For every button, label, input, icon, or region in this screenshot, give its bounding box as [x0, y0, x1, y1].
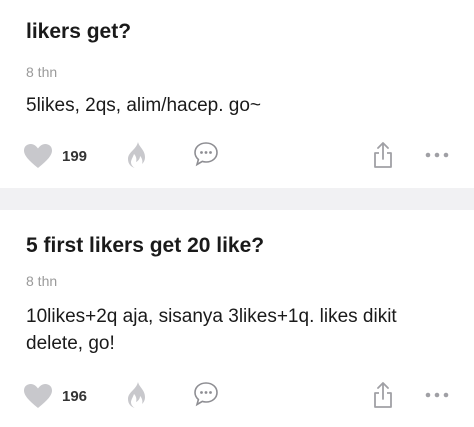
like-count: 199 [62, 148, 88, 165]
more-dots-icon[interactable] [424, 151, 450, 159]
post-timestamp: 8 thn [26, 64, 58, 80]
fire-icon[interactable] [127, 141, 149, 169]
post-actions: 199 [0, 136, 474, 176]
share-icon[interactable] [372, 141, 394, 169]
heart-icon[interactable] [23, 383, 53, 409]
post-card[interactable]: likers get? 8 thn 5likes, 2qs, alim/hace… [0, 0, 474, 188]
fire-icon[interactable] [127, 381, 149, 409]
post-body: 5likes, 2qs, alim/hacep. go~ [26, 95, 261, 116]
like-count: 196 [62, 388, 88, 405]
post-body: 10likes+2q aja, sisanya 3likes+1q. likes… [26, 306, 397, 354]
post-title[interactable]: likers get? [26, 20, 131, 44]
post-actions: 196 [0, 376, 474, 416]
post-divider [0, 188, 474, 210]
chat-bubble-icon[interactable] [193, 141, 219, 167]
more-dots-icon[interactable] [424, 391, 450, 399]
heart-icon[interactable] [23, 143, 53, 169]
post-card[interactable]: 5 first likers get 20 like? 8 thn 10like… [0, 210, 474, 427]
chat-bubble-icon[interactable] [193, 381, 219, 407]
post-title[interactable]: 5 first likers get 20 like? [26, 234, 264, 258]
post-timestamp: 8 thn [26, 273, 58, 289]
share-icon[interactable] [372, 381, 394, 409]
